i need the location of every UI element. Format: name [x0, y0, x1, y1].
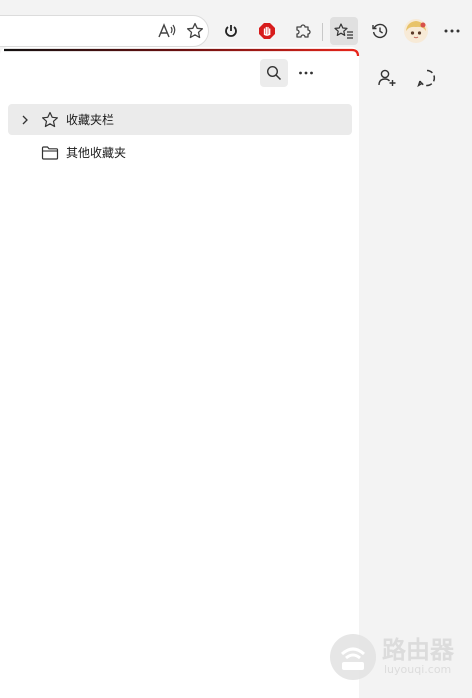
router-logo-icon — [330, 634, 376, 680]
profile-avatar[interactable] — [402, 17, 430, 45]
extensions-icon[interactable] — [289, 17, 317, 45]
add-favorite-icon[interactable] — [181, 17, 209, 45]
watermark: 路由器 luyouqi.com — [328, 630, 468, 686]
browser-window: 收藏夹栏 其他收藏夹 路由器 luyouqi.com — [0, 0, 472, 698]
add-user-icon[interactable] — [373, 64, 401, 92]
search-icon[interactable] — [260, 59, 288, 87]
folder-label: 收藏夹栏 — [66, 113, 115, 127]
adblock-icon[interactable] — [253, 17, 281, 45]
watermark-title: 路由器 — [382, 636, 454, 664]
other-favorites-folder[interactable]: 其他收藏夹 — [8, 137, 352, 168]
read-aloud-icon[interactable] — [153, 17, 181, 45]
browser-toolbar — [0, 0, 472, 50]
history-icon[interactable] — [366, 17, 394, 45]
watermark-subtitle: luyouqi.com — [384, 663, 452, 676]
favorites-bar-folder[interactable]: 收藏夹栏 — [8, 104, 352, 135]
lasso-icon[interactable] — [413, 64, 441, 92]
favorites-icon[interactable] — [330, 17, 358, 45]
chevron-right-icon[interactable] — [21, 115, 33, 125]
toolbar-separator — [322, 23, 323, 41]
power-icon[interactable] — [217, 17, 245, 45]
star-icon — [41, 111, 61, 129]
more-options-icon[interactable] — [292, 59, 320, 87]
folder-label: 其他收藏夹 — [66, 146, 127, 160]
folder-icon — [41, 145, 61, 161]
more-icon[interactable] — [438, 17, 466, 45]
